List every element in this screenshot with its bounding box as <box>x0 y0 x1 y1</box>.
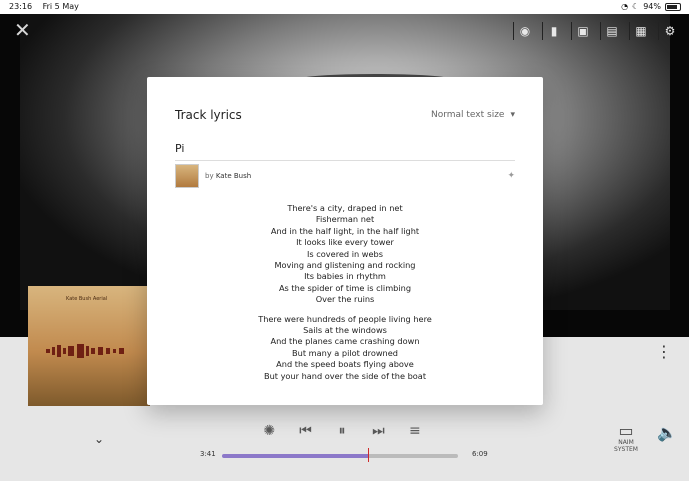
song-title: Pi <box>175 142 185 155</box>
lyrics-modal: Track lyrics Normal text size ▾ Pi by Ka… <box>147 77 543 405</box>
top-icons: ◉ ▮ ▣ ▤ ▦ ⚙ <box>513 22 681 40</box>
account-icon[interactable]: ◉ <box>513 22 536 40</box>
text-size-label: Normal text size <box>430 110 505 120</box>
duration-time: 6:09 <box>472 450 488 458</box>
modal-title: Track lyrics <box>175 108 242 122</box>
lyric-line: And in the half light, in the half light <box>270 225 420 236</box>
elapsed-time: 3:41 <box>200 450 216 458</box>
previous-icon[interactable]: ⏮ <box>298 422 312 440</box>
queue-icon[interactable]: ≡ <box>408 422 422 440</box>
naim-label: NAIM <box>618 439 634 446</box>
track-meta: by Kate Bush ✦ <box>175 164 515 188</box>
lyric-line: But many a pilot drowned <box>292 347 398 358</box>
track-artist: Kate Bush <box>215 172 252 180</box>
naim-system[interactable]: ▭ NAIM SYSTEM <box>606 421 646 454</box>
battery-percentage: 94% <box>643 2 661 11</box>
playhead[interactable] <box>368 448 369 462</box>
track-artist-line: by Kate Bush <box>205 172 251 180</box>
next-icon[interactable]: ⏭ <box>371 422 385 440</box>
status-time: 23:16 <box>9 2 33 11</box>
status-right: ◔ ☾ 94% <box>621 2 681 11</box>
status-left: 23:16 Fri 5 May <box>9 2 79 11</box>
lyric-line: And the planes came crashing down <box>270 336 420 347</box>
divider <box>175 160 515 161</box>
text-size-dropdown[interactable]: Normal text size ▾ <box>431 110 515 120</box>
system-label: SYSTEM <box>614 446 638 453</box>
track-album-thumbnail <box>175 164 199 188</box>
sparkles-icon[interactable]: ✦ <box>507 171 515 181</box>
by-prefix: by <box>205 172 214 180</box>
book-icon[interactable]: ▮ <box>542 22 565 40</box>
naim-system-icon: ▭ <box>618 421 634 440</box>
progress-bar[interactable]: 3:41 6:09 <box>200 448 490 462</box>
chevron-down-icon: ▾ <box>510 110 515 120</box>
lyric-line: Is covered in webs <box>307 248 383 259</box>
speaker-icon[interactable]: ▤ <box>600 22 623 40</box>
chevron-down-icon[interactable]: ⌄ <box>94 432 104 446</box>
waveform[interactable] <box>222 454 458 458</box>
visualizer-icon[interactable]: ✺ <box>262 422 276 440</box>
lyric-line: It looks like every tower <box>296 237 394 248</box>
album-art: Kate Bush Aerial <box>28 286 150 406</box>
pause-icon[interactable]: ⏸ <box>335 422 349 440</box>
lyrics-body: There's a city, draped in net Fisherman … <box>147 203 543 382</box>
playback-controls: ✺ ⏮ ⏸ ⏭ ≡ <box>262 422 422 440</box>
lyrics-stanza-1: There's a city, draped in net Fisherman … <box>147 203 543 306</box>
battery-icon <box>665 2 681 11</box>
tablet-icon[interactable]: ▦ <box>629 22 652 40</box>
album-art-waveform-icon <box>46 344 124 358</box>
album-artist: Kate Bush <box>66 296 92 302</box>
lyric-line: There's a city, draped in net <box>287 203 403 213</box>
volume-icon[interactable]: 🔈 <box>657 423 677 442</box>
square-icon[interactable]: ▣ <box>571 22 594 40</box>
lyric-line: Its babies in rhythm <box>304 271 386 282</box>
lyrics-stanza-2: There were hundreds of people living her… <box>147 314 543 382</box>
album-title-small: Kate Bush Aerial <box>66 296 107 302</box>
lyric-line: Sails at the windows <box>303 325 387 336</box>
lyric-line: Moving and glistening and rocking <box>274 260 416 271</box>
status-bar: 23:16 Fri 5 May ◔ ☾ 94% <box>0 0 689 14</box>
lyric-line: As the spider of time is climbing <box>278 282 412 293</box>
album-title: Aerial <box>92 296 108 302</box>
wifi-icon: ◔ <box>621 2 629 11</box>
lyric-line: Over the ruins <box>315 294 375 305</box>
status-date: Fri 5 May <box>42 2 79 11</box>
lyric-line: But your hand over the side of the boat <box>263 370 427 381</box>
more-options-icon[interactable]: ⋮ <box>656 344 672 360</box>
lyric-line: Fisherman net <box>315 214 375 225</box>
settings-icon[interactable]: ⚙ <box>658 22 681 40</box>
close-icon[interactable]: ✕ <box>14 20 31 40</box>
lyric-line: And the speed boats flying above <box>276 359 414 370</box>
lyric-line: There were hundreds of people living her… <box>258 313 432 324</box>
moon-icon: ☾ <box>632 2 640 11</box>
